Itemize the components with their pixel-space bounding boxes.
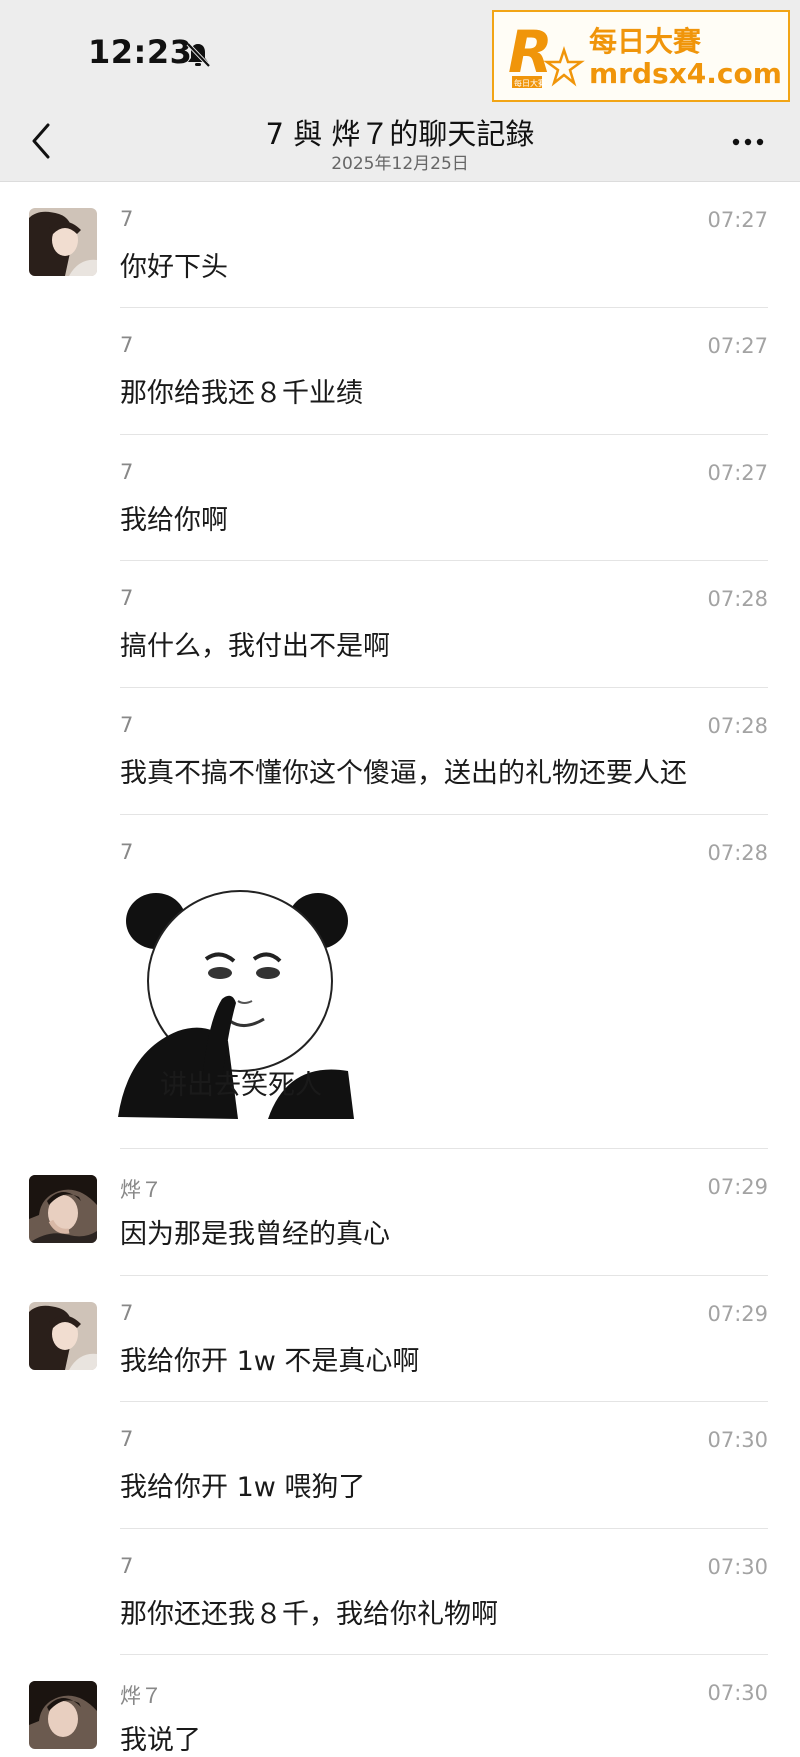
sender-name: 7 [120, 713, 134, 737]
sender-name: 7 [120, 460, 134, 484]
divider [120, 814, 768, 815]
message-time: 07:29 [707, 1175, 768, 1199]
sticker-caption: 讲出去笑死人 [160, 1070, 322, 1101]
message-text[interactable]: 那你给我还８千业绩 [120, 371, 363, 410]
avatar[interactable] [29, 1302, 97, 1370]
message-text[interactable]: 搞什么，我付出不是啊 [120, 624, 390, 663]
divider [120, 1654, 768, 1655]
avatar[interactable] [29, 208, 97, 276]
watermark-banner: R 每日大賽 每日大賽 mrdsx4.com [492, 10, 790, 102]
message-time: 07:27 [707, 334, 768, 358]
message-text[interactable]: 因为那是我曾经的真心 [120, 1212, 390, 1251]
svg-text:每日大賽: 每日大賽 [514, 78, 546, 88]
message-time: 07:29 [707, 1302, 768, 1326]
divider [120, 560, 768, 561]
message-text[interactable]: 你好下头 [120, 245, 228, 284]
nav-bar: 7 與 烨７的聊天記錄 2025年12月25日 [0, 105, 800, 182]
message-time: 07:28 [707, 714, 768, 738]
message-time: 07:27 [707, 208, 768, 232]
message-text[interactable]: 我真不搞不懂你这个傻逼，送出的礼物还要人还 [120, 751, 687, 790]
sender-name: 7 [120, 1554, 134, 1578]
sender-name: 7 [120, 586, 134, 610]
message-text[interactable]: 我给你开 1w 喂狗了 [120, 1465, 365, 1504]
watermark-url: mrdsx4.com [589, 57, 782, 90]
message-time: 07:27 [707, 461, 768, 485]
bell-slash-icon [186, 42, 211, 68]
divider [120, 1275, 768, 1276]
more-dots-icon[interactable] [728, 127, 768, 157]
avatar[interactable] [29, 1175, 97, 1243]
message-text[interactable]: 我给你开 1w 不是真心啊 [120, 1339, 419, 1378]
message-time: 07:28 [707, 587, 768, 611]
avatar[interactable] [29, 1681, 97, 1749]
divider [120, 1148, 768, 1149]
avatar-male-icon [29, 1681, 97, 1749]
status-time: 12:23 [88, 33, 193, 71]
avatar-male-icon [29, 1175, 97, 1243]
sender-name: 烨７ [120, 1684, 162, 1708]
sender-name: 7 [120, 207, 134, 231]
divider [120, 1528, 768, 1529]
status-bar: 12:23 R 每日大賽 每日大賽 mrdsx4.com [0, 0, 800, 105]
sender-name: 烨７ [120, 1178, 162, 1202]
message-text[interactable]: 我说了 [120, 1718, 201, 1757]
watermark-brand: 每日大賽 [589, 25, 702, 58]
divider [120, 687, 768, 688]
sender-name: 7 [120, 840, 134, 864]
sender-name: 7 [120, 1427, 134, 1451]
avatar-female-icon [29, 208, 97, 276]
avatar-female-icon [29, 1302, 97, 1370]
sender-name: 7 [120, 333, 134, 357]
message-time: 07:30 [707, 1555, 768, 1579]
message-time: 07:28 [707, 841, 768, 865]
message-time: 07:30 [707, 1428, 768, 1452]
page-title: 7 與 烨７的聊天記錄 [265, 117, 535, 151]
divider [120, 1401, 768, 1402]
message-text[interactable]: 那你还还我８千，我给你礼物啊 [120, 1592, 498, 1631]
sender-name: 7 [120, 1301, 134, 1325]
message-time: 07:30 [707, 1681, 768, 1705]
message-text[interactable]: 我给你啊 [120, 498, 228, 537]
page-subtitle-date: 2025年12月25日 [331, 154, 469, 174]
divider [120, 307, 768, 308]
divider [120, 434, 768, 435]
brand-logo-icon: R 每日大賽 [508, 20, 585, 88]
